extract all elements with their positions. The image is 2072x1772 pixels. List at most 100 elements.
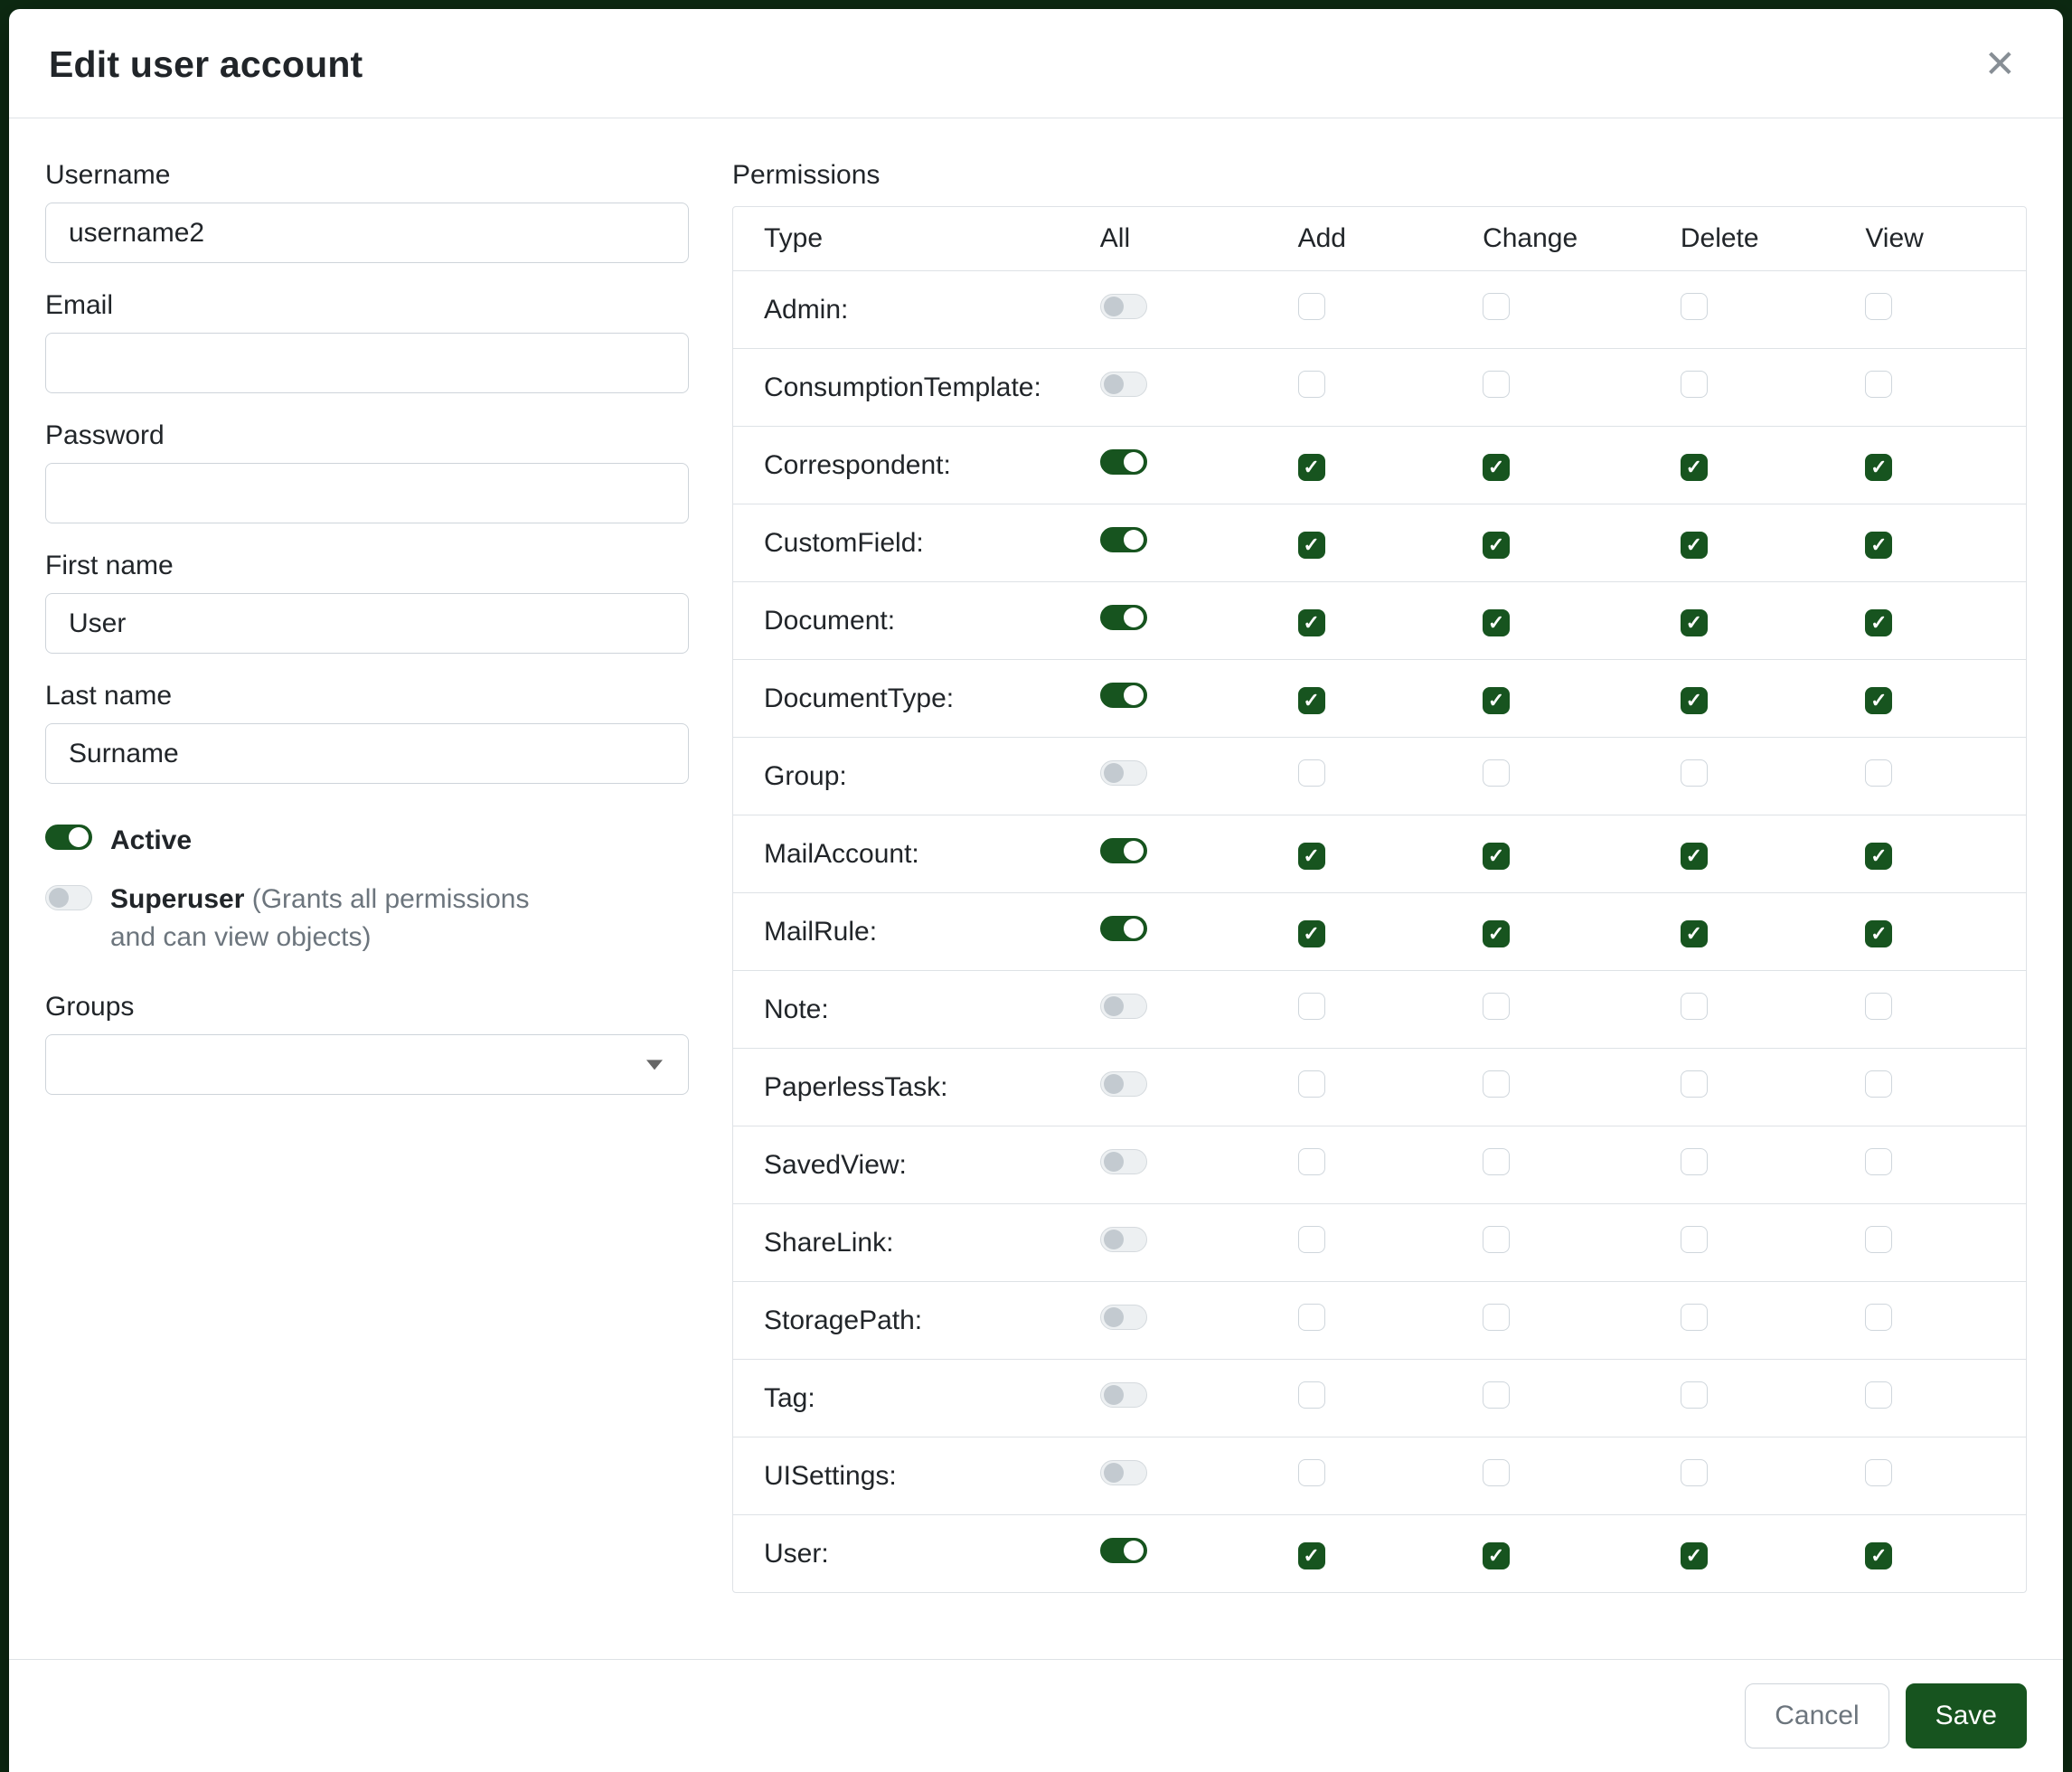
permission-view-checkbox[interactable] — [1865, 1542, 1892, 1569]
username-input[interactable] — [45, 203, 689, 263]
password-field[interactable] — [45, 463, 689, 523]
permission-add-checkbox[interactable] — [1298, 1148, 1325, 1175]
permission-delete-checkbox[interactable] — [1681, 454, 1708, 481]
permission-add-checkbox[interactable] — [1298, 843, 1325, 870]
permission-add-checkbox[interactable] — [1298, 1542, 1325, 1569]
permission-all-toggle[interactable] — [1100, 1382, 1147, 1408]
permission-add-checkbox[interactable] — [1298, 371, 1325, 398]
permission-delete-checkbox[interactable] — [1681, 1459, 1708, 1486]
email-field[interactable] — [45, 333, 689, 393]
permission-change-checkbox[interactable] — [1483, 454, 1510, 481]
permission-add-checkbox[interactable] — [1298, 532, 1325, 559]
permission-change-checkbox[interactable] — [1483, 1304, 1510, 1331]
permission-delete-checkbox[interactable] — [1681, 1148, 1708, 1175]
permission-delete-checkbox[interactable] — [1681, 687, 1708, 714]
permission-change-checkbox[interactable] — [1483, 759, 1510, 787]
permission-all-toggle[interactable] — [1100, 294, 1147, 319]
superuser-toggle[interactable] — [45, 885, 92, 910]
permission-view-checkbox[interactable] — [1865, 1381, 1892, 1409]
groups-select[interactable] — [45, 1034, 689, 1095]
permission-view-checkbox[interactable] — [1865, 687, 1892, 714]
permission-all-toggle[interactable] — [1100, 683, 1147, 708]
permission-type-label: Note: — [733, 994, 1069, 1025]
permission-view-checkbox[interactable] — [1865, 920, 1892, 947]
permission-add-checkbox[interactable] — [1298, 993, 1325, 1020]
last-name-input[interactable] — [45, 723, 689, 784]
permission-delete-checkbox[interactable] — [1681, 293, 1708, 320]
permission-add-checkbox[interactable] — [1298, 609, 1325, 636]
permission-add-checkbox[interactable] — [1298, 687, 1325, 714]
permission-change-checkbox[interactable] — [1483, 293, 1510, 320]
permission-add-checkbox[interactable] — [1298, 293, 1325, 320]
column-header-all: All — [1069, 223, 1267, 254]
permission-view-checkbox[interactable] — [1865, 532, 1892, 559]
permission-view-checkbox[interactable] — [1865, 1304, 1892, 1331]
permission-view-checkbox[interactable] — [1865, 1459, 1892, 1486]
permission-view-checkbox[interactable] — [1865, 843, 1892, 870]
permission-view-checkbox[interactable] — [1865, 293, 1892, 320]
permission-change-checkbox[interactable] — [1483, 1542, 1510, 1569]
permission-delete-checkbox[interactable] — [1681, 1304, 1708, 1331]
permission-view-checkbox[interactable] — [1865, 1148, 1892, 1175]
permission-all-toggle[interactable] — [1100, 1071, 1147, 1097]
permission-change-checkbox[interactable] — [1483, 687, 1510, 714]
permission-view-checkbox[interactable] — [1865, 454, 1892, 481]
permission-row: ShareLink: — [733, 1203, 2026, 1281]
close-icon[interactable]: ✕ — [1977, 42, 2023, 87]
permission-all-toggle[interactable] — [1100, 1538, 1147, 1563]
permission-add-checkbox[interactable] — [1298, 454, 1325, 481]
permission-view-checkbox[interactable] — [1865, 759, 1892, 787]
permission-change-checkbox[interactable] — [1483, 371, 1510, 398]
permission-change-checkbox[interactable] — [1483, 609, 1510, 636]
permission-view-checkbox[interactable] — [1865, 371, 1892, 398]
permission-add-checkbox[interactable] — [1298, 759, 1325, 787]
cancel-button[interactable]: Cancel — [1745, 1683, 1888, 1748]
permission-delete-checkbox[interactable] — [1681, 609, 1708, 636]
permission-delete-checkbox[interactable] — [1681, 1070, 1708, 1098]
permission-all-toggle[interactable] — [1100, 605, 1147, 630]
permission-all-toggle[interactable] — [1100, 372, 1147, 397]
first-name-input[interactable] — [45, 593, 689, 654]
permission-add-checkbox[interactable] — [1298, 1459, 1325, 1486]
permission-change-checkbox[interactable] — [1483, 1148, 1510, 1175]
permission-delete-checkbox[interactable] — [1681, 843, 1708, 870]
permission-change-checkbox[interactable] — [1483, 1459, 1510, 1486]
permission-all-toggle[interactable] — [1100, 1460, 1147, 1485]
permission-add-checkbox[interactable] — [1298, 1226, 1325, 1253]
permission-delete-checkbox[interactable] — [1681, 1226, 1708, 1253]
permission-delete-checkbox[interactable] — [1681, 371, 1708, 398]
permission-change-checkbox[interactable] — [1483, 993, 1510, 1020]
permission-delete-checkbox[interactable] — [1681, 920, 1708, 947]
permission-add-checkbox[interactable] — [1298, 1304, 1325, 1331]
permission-add-checkbox[interactable] — [1298, 1381, 1325, 1409]
permission-all-toggle[interactable] — [1100, 1227, 1147, 1252]
permission-all-toggle[interactable] — [1100, 1305, 1147, 1330]
permission-change-checkbox[interactable] — [1483, 843, 1510, 870]
permission-all-toggle[interactable] — [1100, 1149, 1147, 1174]
permission-change-checkbox[interactable] — [1483, 532, 1510, 559]
save-button[interactable]: Save — [1906, 1683, 2027, 1748]
permission-change-checkbox[interactable] — [1483, 1070, 1510, 1098]
permission-change-checkbox[interactable] — [1483, 1226, 1510, 1253]
permission-add-checkbox[interactable] — [1298, 920, 1325, 947]
permission-delete-checkbox[interactable] — [1681, 1542, 1708, 1569]
permission-delete-checkbox[interactable] — [1681, 532, 1708, 559]
permission-view-checkbox[interactable] — [1865, 609, 1892, 636]
permission-change-checkbox[interactable] — [1483, 1381, 1510, 1409]
permission-add-checkbox[interactable] — [1298, 1070, 1325, 1098]
permission-view-checkbox[interactable] — [1865, 1226, 1892, 1253]
permission-all-toggle[interactable] — [1100, 994, 1147, 1019]
permission-delete-checkbox[interactable] — [1681, 759, 1708, 787]
permission-all-toggle[interactable] — [1100, 916, 1147, 941]
permission-all-toggle[interactable] — [1100, 760, 1147, 786]
permission-change-checkbox[interactable] — [1483, 920, 1510, 947]
permission-all-toggle[interactable] — [1100, 449, 1147, 475]
active-toggle[interactable] — [45, 825, 92, 850]
permission-view-checkbox[interactable] — [1865, 1070, 1892, 1098]
permission-all-toggle[interactable] — [1100, 838, 1147, 863]
permission-view-checkbox[interactable] — [1865, 993, 1892, 1020]
permission-delete-checkbox[interactable] — [1681, 1381, 1708, 1409]
permission-type-label: Document: — [733, 606, 1069, 636]
permission-all-toggle[interactable] — [1100, 527, 1147, 552]
permission-delete-checkbox[interactable] — [1681, 993, 1708, 1020]
